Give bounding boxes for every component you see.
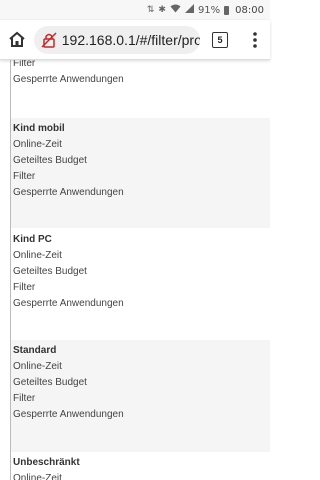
bluetooth-icon: ✱ xyxy=(158,4,166,15)
profile-option[interactable]: Filter xyxy=(13,391,270,407)
profile-option[interactable]: Online-Zeit xyxy=(13,137,270,153)
clock-time: 08:00 xyxy=(235,4,264,16)
profile-title: Standard xyxy=(13,345,57,356)
battery-percent: 91% xyxy=(197,4,221,16)
profile-title: Kind mobil xyxy=(13,123,65,134)
profile-option[interactable]: Filter xyxy=(13,169,270,185)
profile-list: Filter Gesperrte Anwendungen Kind mobil … xyxy=(0,60,270,480)
profile-option[interactable]: Online-Zeit xyxy=(13,248,270,264)
profile-option[interactable]: Geteiltes Budget xyxy=(13,264,270,280)
status-bar: ⇅ ✱ 91% 08:00 xyxy=(0,0,270,20)
insecure-lock-icon xyxy=(40,31,58,49)
profile-group: Kind PC Online-Zeit Geteiltes Budget Fil… xyxy=(11,229,270,339)
overflow-menu-button[interactable] xyxy=(240,20,270,60)
profile-option[interactable]: Gesperrte Anwendungen xyxy=(13,185,270,201)
browser-toolbar: 192.168.0.1/#/filter/pro 5 xyxy=(0,20,270,60)
data-transfer-icon: ⇅ xyxy=(146,4,155,15)
profile-option[interactable]: Geteiltes Budget xyxy=(13,375,270,391)
profile-option[interactable]: Geteiltes Budget xyxy=(13,153,270,169)
profile-title: Kind PC xyxy=(13,234,52,245)
wifi-icon xyxy=(170,4,181,16)
signal-icon xyxy=(184,4,194,16)
profile-option[interactable]: Filter xyxy=(13,60,270,72)
profile-option[interactable]: Online-Zeit xyxy=(13,359,270,375)
address-bar[interactable]: 192.168.0.1/#/filter/pro xyxy=(34,25,200,54)
profile-option[interactable]: Filter xyxy=(13,280,270,296)
profile-option[interactable]: Gesperrte Anwendungen xyxy=(13,407,270,423)
profile-group: Unbeschränkt Online-Zeit xyxy=(11,452,270,480)
home-icon xyxy=(9,31,25,47)
home-button[interactable] xyxy=(0,20,34,60)
battery-icon xyxy=(224,5,230,15)
profile-option[interactable]: Gesperrte Anwendungen xyxy=(13,296,270,312)
tab-count: 5 xyxy=(212,31,228,48)
profile-group: Kind mobil Online-Zeit Geteiltes Budget … xyxy=(11,118,270,228)
tab-switcher-button[interactable]: 5 xyxy=(200,20,240,60)
more-vertical-icon xyxy=(253,31,257,48)
profile-title: Unbeschränkt xyxy=(13,457,80,468)
profile-group: Standard Online-Zeit Geteiltes Budget Fi… xyxy=(11,340,270,452)
profile-group: Filter Gesperrte Anwendungen xyxy=(11,60,270,88)
profile-option[interactable]: Online-Zeit xyxy=(13,471,270,480)
url-text: 192.168.0.1/#/filter/pro xyxy=(61,31,200,48)
profile-option[interactable]: Gesperrte Anwendungen xyxy=(13,72,270,88)
